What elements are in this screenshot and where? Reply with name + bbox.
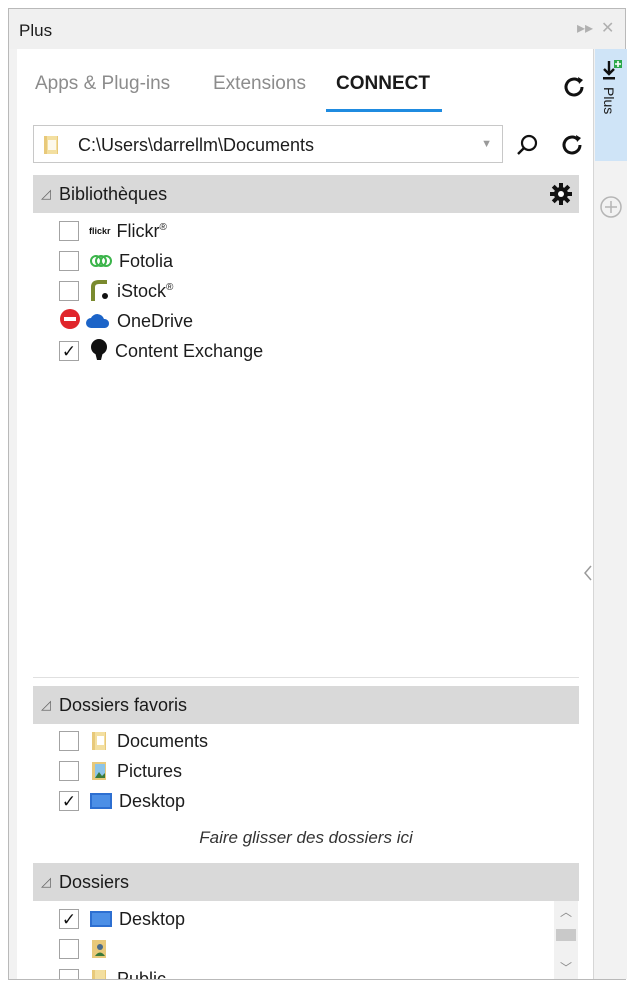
checkbox[interactable]	[59, 761, 79, 781]
folders-header-label: Dossiers	[59, 872, 130, 892]
search-icon[interactable]	[513, 131, 541, 159]
sidebar-tab-label: Plus	[601, 87, 617, 115]
favorite-item-documents[interactable]: Documents	[59, 727, 208, 755]
drop-folders-hint: Faire glisser des dossiers ici	[199, 828, 413, 847]
istock-logo-icon	[89, 279, 111, 303]
favorite-label: Pictures	[117, 760, 183, 781]
checkbox[interactable]	[59, 939, 79, 959]
checkbox[interactable]	[59, 221, 79, 241]
checkbox[interactable]	[59, 731, 79, 751]
tab-bar: Apps & Plug-ins Extensions CONNECT	[17, 49, 594, 119]
folders-section-header[interactable]: ◿ Dossiers	[33, 863, 579, 901]
download-plus-icon	[601, 59, 623, 88]
collapse-triangle-icon[interactable]: ◿	[41, 186, 51, 202]
folder-icon	[42, 134, 62, 161]
checkbox-checked[interactable]: ✓	[59, 791, 79, 811]
dropdown-arrow-icon[interactable]: ▼	[481, 138, 492, 150]
collapse-triangle-icon[interactable]: ◿	[41, 697, 51, 713]
library-item-istock[interactable]: iStock®	[59, 277, 173, 305]
favorite-label: Documents	[117, 730, 209, 751]
tab-extensions[interactable]: Extensions	[213, 73, 306, 95]
gear-icon[interactable]	[549, 182, 573, 211]
favorite-item-pictures[interactable]: Pictures	[59, 757, 182, 785]
refresh-path-icon[interactable]	[558, 131, 586, 159]
library-label: iStock®	[117, 280, 174, 301]
checkbox[interactable]	[59, 281, 79, 301]
path-value: C:\Users\darrellm\Documents	[78, 135, 315, 155]
blocked-icon	[59, 308, 81, 335]
folders-scrollbar[interactable]: ︿ ﹀	[554, 901, 578, 979]
tab-apps-plugins[interactable]: Apps & Plug-ins	[35, 73, 170, 95]
library-label: Flickr®	[116, 220, 167, 241]
content-exchange-bulb-icon	[89, 338, 109, 364]
library-label: Fotolia	[119, 250, 174, 271]
favorites-header-label: Dossiers favoris	[59, 695, 188, 715]
sidebar-tab-plus[interactable]: Plus	[595, 49, 627, 161]
onedrive-cloud-icon	[85, 312, 111, 330]
docker-sidebar: Plus	[595, 49, 627, 979]
desktop-folder-icon	[89, 791, 113, 811]
folder-label: Public	[117, 968, 167, 980]
docker-title: Plus	[19, 21, 53, 40]
library-item-flickr[interactable]: flickr Flickr®	[59, 217, 167, 245]
collapse-triangle-icon[interactable]: ◿	[41, 874, 51, 890]
libraries-header-label: Bibliothèques	[59, 184, 168, 204]
docker-titlebar: Plus ▸▸ ✕	[9, 9, 625, 49]
pictures-folder-icon	[89, 760, 111, 782]
add-docker-icon[interactable]	[599, 195, 623, 224]
connect-panel: Apps & Plug-ins Extensions CONNECT C:\Us…	[17, 49, 594, 979]
collapse-left-arrow-icon[interactable]	[583, 565, 593, 586]
tab-connect[interactable]: CONNECT	[336, 73, 430, 95]
scroll-down-icon[interactable]: ﹀	[560, 959, 572, 976]
checkbox-checked[interactable]: ✓	[59, 341, 79, 361]
folder-label: Desktop	[119, 908, 186, 929]
library-item-fotolia[interactable]: Fotolia	[59, 247, 173, 275]
libraries-section-header[interactable]: ◿ Bibliothèques	[33, 175, 579, 213]
favorite-item-desktop[interactable]: ✓ Desktop	[59, 787, 185, 815]
library-item-content-exchange[interactable]: ✓ Content Exchange	[59, 337, 263, 365]
folder-item-desktop[interactable]: ✓ Desktop	[59, 905, 185, 933]
fotolia-logo-icon	[89, 254, 113, 268]
folder-item-public[interactable]: Public	[59, 965, 166, 979]
library-label: OneDrive	[117, 310, 194, 331]
active-tab-indicator	[326, 109, 442, 112]
folder-item-user[interactable]	[59, 935, 117, 963]
library-label: Content Exchange	[115, 340, 264, 361]
folders-list: ✓ Desktop Public	[33, 901, 579, 979]
favorite-label: Desktop	[119, 790, 186, 811]
path-combobox[interactable]: C:\Users\darrellm\Documents ▼	[33, 125, 503, 163]
scroll-up-icon[interactable]: ︿	[560, 903, 572, 920]
collapse-docker-icon[interactable]: ▸▸	[577, 19, 593, 39]
flickr-logo-icon: flickr	[89, 226, 111, 236]
scroll-thumb[interactable]	[556, 929, 576, 941]
library-item-onedrive[interactable]: OneDrive	[59, 307, 193, 335]
refresh-icon[interactable]	[560, 73, 588, 101]
desktop-folder-icon	[89, 909, 113, 929]
plus-docker-window: Plus ▸▸ ✕ Apps & Plug-ins Extensions CON…	[8, 8, 627, 980]
checkbox-checked[interactable]: ✓	[59, 909, 79, 929]
checkbox[interactable]	[59, 251, 79, 271]
user-folder-icon	[89, 938, 111, 960]
favorites-section-header[interactable]: ◿ Dossiers favoris	[33, 686, 579, 724]
close-icon[interactable]: ✕	[601, 19, 614, 39]
public-folder-icon	[89, 968, 111, 979]
section-divider	[33, 677, 579, 678]
documents-folder-icon	[89, 730, 111, 752]
checkbox[interactable]	[59, 969, 79, 979]
